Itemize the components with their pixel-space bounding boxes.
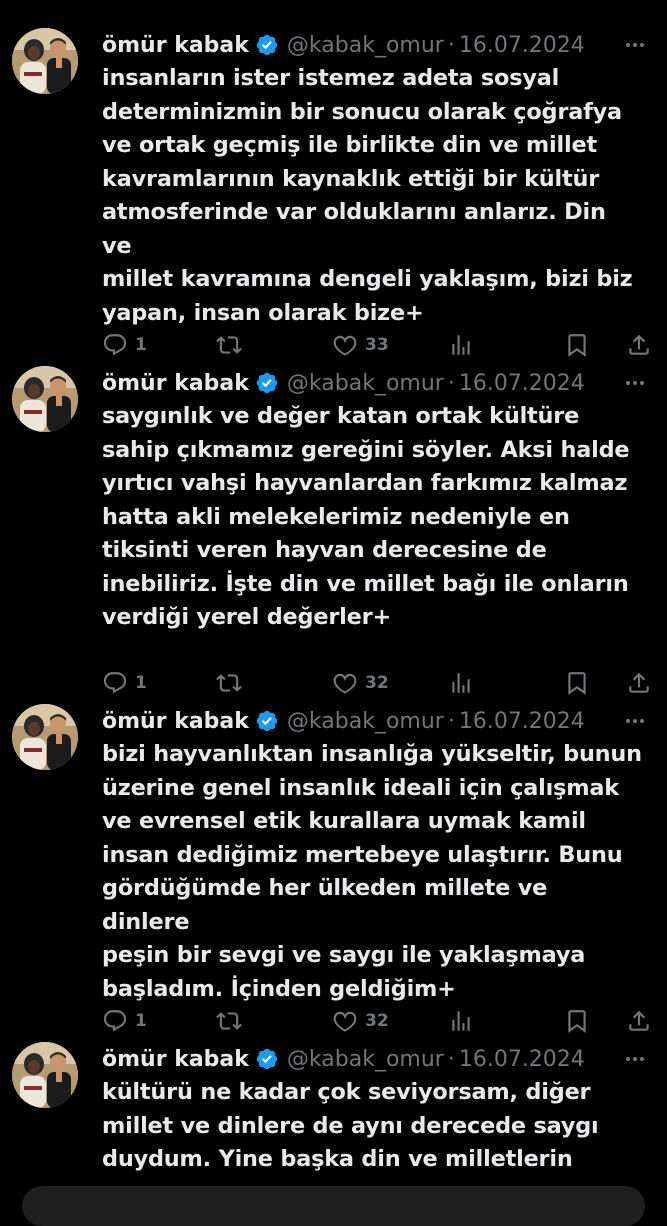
share-button[interactable]	[626, 330, 652, 360]
tweet-date[interactable]: 16.07.2024	[459, 371, 585, 396]
retweet-icon	[216, 674, 242, 692]
author-handle[interactable]: @kabak_omur	[287, 371, 444, 396]
like-button[interactable]: 32	[332, 1006, 389, 1036]
tweet-date[interactable]: 16.07.2024	[459, 1047, 585, 1072]
action-bar: 1 32	[102, 1006, 652, 1036]
avatar[interactable]	[12, 1042, 78, 1108]
author-handle[interactable]: @kabak_omur	[287, 33, 444, 58]
tweet-text: saygınlık ve değer katan ortak kültüre s…	[102, 403, 630, 630]
tweet-text: kültürü ne kadar çok seviyorsam, diğer m…	[102, 1079, 599, 1172]
author-name[interactable]: ömür kabak	[102, 33, 249, 58]
like-button[interactable]: 33	[332, 330, 389, 360]
verified-badge-icon	[256, 372, 278, 394]
verified-badge-icon	[256, 1048, 278, 1070]
views-button[interactable]	[448, 1006, 474, 1036]
action-bar: 1 33	[102, 330, 652, 360]
share-icon	[629, 1010, 649, 1031]
avatar[interactable]	[12, 704, 78, 770]
more-horizontal-icon[interactable]	[623, 709, 647, 733]
tweet-header: ömür kabak @kabak_omur · 16.07.2024	[102, 1042, 657, 1076]
retweet-icon	[216, 1012, 242, 1030]
bookmark-icon	[568, 334, 586, 357]
retweet-button[interactable]	[216, 668, 242, 698]
tweet-text: bizi hayvanlıktan insanlığa yükseltir, b…	[102, 741, 642, 1002]
reply-count: 1	[135, 1011, 147, 1031]
bookmark-button[interactable]	[564, 330, 590, 360]
reply-icon	[103, 334, 127, 356]
views-icon	[452, 1011, 470, 1031]
views-button[interactable]	[448, 330, 474, 360]
verified-badge-icon	[256, 34, 278, 56]
retweet-button[interactable]	[216, 1006, 242, 1036]
more-horizontal-icon[interactable]	[623, 371, 647, 395]
share-button[interactable]	[626, 1006, 652, 1036]
tweet[interactable]: ömür kabak @kabak_omur · 16.07.2024 bizi…	[0, 704, 667, 1044]
bookmark-button[interactable]	[564, 1006, 590, 1036]
separator-dot: ·	[447, 708, 455, 734]
more-horizontal-icon[interactable]	[623, 1047, 647, 1071]
like-count: 33	[365, 335, 389, 355]
tweet[interactable]: ömür kabak @kabak_omur · 16.07.2024 kült…	[0, 1042, 667, 1200]
reply-count: 1	[135, 673, 147, 693]
reply-icon	[103, 1010, 127, 1032]
reply-icon	[103, 672, 127, 694]
author-handle[interactable]: @kabak_omur	[287, 1047, 444, 1072]
heart-icon	[333, 673, 357, 694]
heart-icon	[333, 335, 357, 356]
bookmark-icon	[568, 672, 586, 695]
author-name[interactable]: ömür kabak	[102, 709, 249, 734]
reply-button[interactable]: 1	[102, 330, 147, 360]
views-button[interactable]	[448, 668, 474, 698]
avatar[interactable]	[12, 366, 78, 432]
tweet-date[interactable]: 16.07.2024	[459, 33, 585, 58]
share-icon	[629, 334, 649, 355]
retweet-icon	[216, 336, 242, 354]
like-count: 32	[365, 1011, 389, 1031]
separator-dot: ·	[447, 32, 455, 58]
like-button[interactable]: 32	[332, 668, 389, 698]
verified-badge-icon	[256, 710, 278, 732]
action-bar: 1 32	[102, 668, 652, 698]
bookmark-icon	[568, 1010, 586, 1033]
separator-dot: ·	[447, 1046, 455, 1072]
reply-count: 1	[135, 335, 147, 355]
bottom-bar[interactable]	[22, 1186, 645, 1226]
reply-button[interactable]: 1	[102, 1006, 147, 1036]
author-name[interactable]: ömür kabak	[102, 1047, 249, 1072]
retweet-button[interactable]	[216, 330, 242, 360]
tweet-text: insanların ister istemez adeta sosyal de…	[102, 65, 633, 326]
author-handle[interactable]: @kabak_omur	[287, 709, 444, 734]
avatar[interactable]	[12, 28, 78, 94]
tweet-header: ömür kabak @kabak_omur · 16.07.2024	[102, 28, 657, 62]
share-button[interactable]	[626, 668, 652, 698]
tweet[interactable]: ömür kabak @kabak_omur · 16.07.2024 insa…	[0, 28, 667, 368]
heart-icon	[333, 1011, 357, 1032]
author-name[interactable]: ömür kabak	[102, 371, 249, 396]
like-count: 32	[365, 673, 389, 693]
tweet-date[interactable]: 16.07.2024	[459, 709, 585, 734]
reply-button[interactable]: 1	[102, 668, 147, 698]
separator-dot: ·	[447, 370, 455, 396]
more-horizontal-icon[interactable]	[623, 33, 647, 57]
bookmark-button[interactable]	[564, 668, 590, 698]
tweet[interactable]: ömür kabak @kabak_omur · 16.07.2024 sayg…	[0, 366, 667, 706]
views-icon	[452, 673, 470, 693]
share-icon	[629, 672, 649, 693]
tweet-header: ömür kabak @kabak_omur · 16.07.2024	[102, 366, 657, 400]
views-icon	[452, 335, 470, 355]
tweet-header: ömür kabak @kabak_omur · 16.07.2024	[102, 704, 657, 738]
